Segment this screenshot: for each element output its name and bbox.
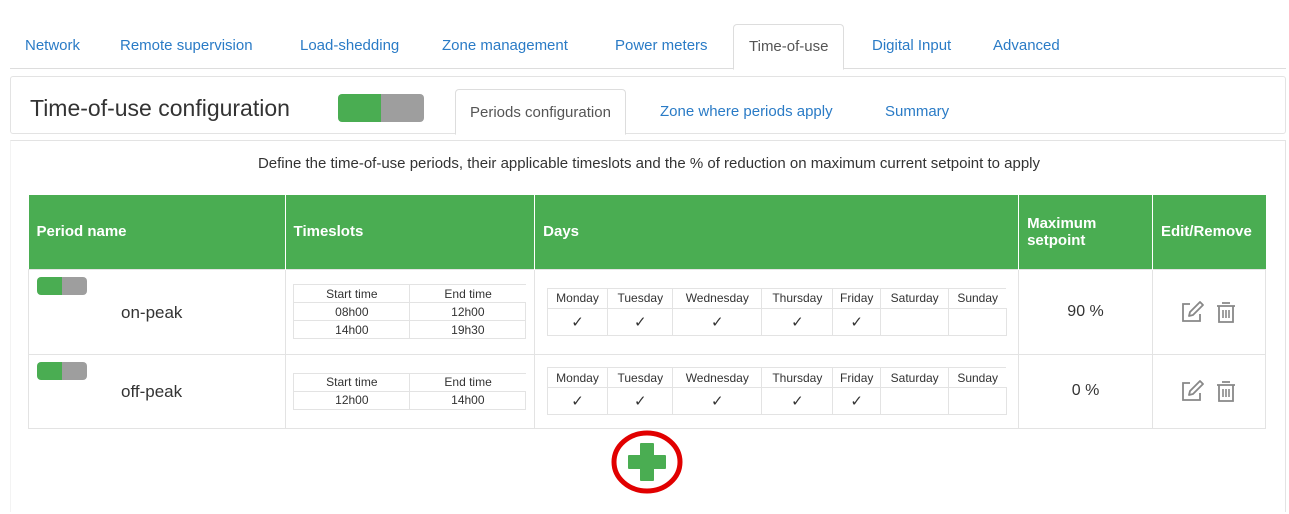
max-setpoint-value: 90 %: [1018, 268, 1153, 355]
time-of-use-enable-toggle[interactable]: [338, 94, 424, 122]
trash-icon[interactable]: [1213, 378, 1239, 404]
day-header-sunday: Sunday: [948, 287, 1007, 309]
toggle-off-segment: [62, 276, 87, 295]
max-setpoint-value: 0 %: [1018, 353, 1153, 429]
timeslots-table: Start time End time 08h00 12h00 14h00 19…: [293, 284, 527, 339]
timeslot-start: 12h00: [293, 390, 411, 410]
day-check-friday: ✓: [832, 387, 882, 415]
header-timeslots: Timeslots: [285, 195, 536, 269]
timeslot-row: 08h00 12h00: [293, 302, 527, 321]
day-check-wednesday: ✓: [672, 307, 763, 336]
day-header-friday: Friday: [832, 367, 882, 388]
page-title: Time-of-use configuration: [30, 95, 290, 121]
day-header-wednesday: Wednesday: [672, 367, 763, 388]
day-check-thursday: ✓: [761, 307, 834, 336]
toggle-off-segment: [62, 361, 87, 380]
timeslot-start-header: Start time: [293, 284, 411, 303]
day-header-wednesday: Wednesday: [672, 287, 763, 309]
day-header-friday: Friday: [832, 287, 882, 309]
timeslot-row: 14h00 19h30: [293, 320, 527, 339]
main-tab-bar: Network Remote supervision Load-shedding…: [10, 24, 1286, 70]
trash-icon[interactable]: [1213, 299, 1239, 325]
day-check-sunday: [948, 387, 1007, 415]
add-period-button[interactable]: [611, 430, 683, 494]
days-table: Monday Tuesday Wednesday Thursday Friday…: [546, 367, 1007, 415]
day-check-saturday: [880, 307, 950, 336]
period-name: off-peak: [121, 381, 183, 401]
plus-icon: [628, 443, 666, 481]
day-header-thursday: Thursday: [761, 367, 834, 388]
day-checks-row: ✓ ✓ ✓ ✓ ✓: [546, 307, 1007, 336]
timeslots-cell: Start time End time 08h00 12h00 14h00 19…: [284, 268, 536, 355]
days-cell: Monday Tuesday Wednesday Thursday Friday…: [534, 353, 1020, 429]
table-header-row: Period name Timeslots Days Maximum setpo…: [28, 195, 1266, 269]
timeslot-start: 14h00: [293, 320, 411, 339]
pencil-square-icon[interactable]: [1179, 299, 1205, 325]
pencil-square-icon[interactable]: [1179, 378, 1205, 404]
tab-summary[interactable]: Summary: [871, 89, 963, 135]
period-name: on-peak: [121, 302, 183, 322]
tab-digital-input[interactable]: Digital Input: [857, 24, 966, 69]
tab-zone-management[interactable]: Zone management: [427, 24, 583, 69]
toggle-on-segment: [338, 94, 381, 122]
tab-load-shedding[interactable]: Load-shedding: [285, 24, 414, 69]
day-header-tuesday: Tuesday: [607, 287, 674, 309]
timeslots-cell: Start time End time 12h00 14h00: [284, 353, 536, 429]
header-edit-remove: Edit/Remove: [1152, 195, 1266, 269]
config-header-panel: Time-of-use configuration Periods config…: [10, 76, 1286, 135]
tab-power-meters[interactable]: Power meters: [600, 24, 723, 69]
header-maximum-setpoint: Maximum setpoint: [1018, 195, 1153, 269]
table-row: off-peak Start time End time 12h00 14h00: [28, 353, 1267, 429]
timeslot-end: 14h00: [409, 390, 527, 410]
day-header-sunday: Sunday: [948, 367, 1007, 388]
timeslot-end: 19h30: [409, 320, 527, 339]
timeslot-start-header: Start time: [293, 372, 411, 392]
periods-table: Period name Timeslots Days Maximum setpo…: [28, 195, 1267, 429]
day-header-saturday: Saturday: [880, 367, 950, 388]
tab-zone-where-periods-apply[interactable]: Zone where periods apply: [646, 89, 847, 135]
tab-periods-configuration[interactable]: Periods configuration: [455, 89, 626, 135]
day-check-monday: ✓: [546, 307, 609, 336]
timeslot-end-header: End time: [409, 284, 526, 303]
day-checks-row: ✓ ✓ ✓ ✓ ✓: [546, 387, 1007, 415]
period-name-cell: off-peak: [28, 353, 286, 429]
toggle-off-segment: [381, 94, 424, 122]
day-check-sunday: [948, 307, 1007, 336]
day-header-tuesday: Tuesday: [607, 367, 674, 388]
timeslots-table: Start time End time 12h00 14h00: [293, 372, 527, 410]
day-check-tuesday: ✓: [607, 307, 674, 336]
period-enable-toggle[interactable]: [37, 361, 87, 380]
day-header-thursday: Thursday: [761, 287, 834, 309]
tab-network[interactable]: Network: [10, 24, 95, 69]
day-header-monday: Monday: [546, 367, 609, 388]
timeslot-start: 08h00: [293, 302, 411, 321]
days-table: Monday Tuesday Wednesday Thursday Friday…: [546, 287, 1007, 336]
day-check-tuesday: ✓: [607, 387, 674, 415]
days-cell: Monday Tuesday Wednesday Thursday Friday…: [534, 268, 1020, 355]
toggle-on-segment: [37, 276, 62, 295]
edit-remove-cell: [1151, 268, 1267, 355]
day-check-thursday: ✓: [761, 387, 834, 415]
tab-time-of-use[interactable]: Time-of-use: [733, 24, 845, 70]
day-check-monday: ✓: [546, 387, 609, 415]
description-text: Define the time-of-use periods, their ap…: [257, 155, 1041, 172]
header-days: Days: [534, 195, 1020, 269]
edit-remove-cell: [1151, 353, 1267, 429]
toggle-on-segment: [37, 361, 62, 380]
day-check-friday: ✓: [832, 307, 882, 336]
timeslot-end-header: End time: [409, 372, 526, 392]
tab-remote-supervision[interactable]: Remote supervision: [105, 24, 268, 69]
period-enable-toggle[interactable]: [37, 276, 87, 295]
timeslot-row: 12h00 14h00: [293, 390, 527, 410]
day-check-saturday: [880, 387, 950, 415]
day-header-saturday: Saturday: [880, 287, 950, 309]
day-header-monday: Monday: [546, 287, 609, 309]
day-check-wednesday: ✓: [672, 387, 763, 415]
header-period-name: Period name: [28, 195, 286, 269]
timeslot-end: 12h00: [409, 302, 527, 321]
table-row: on-peak Start time End time 08h00 12h00 …: [28, 268, 1267, 355]
tab-advanced[interactable]: Advanced: [978, 24, 1075, 69]
period-name-cell: on-peak: [28, 268, 286, 355]
